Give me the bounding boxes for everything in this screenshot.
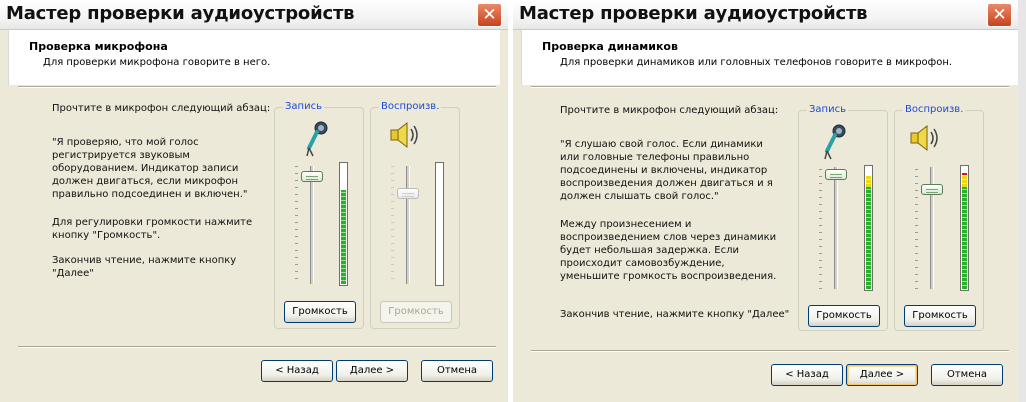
delay-note: происходит самовозбуждение, [560, 258, 725, 269]
meter-fill-yellow [866, 176, 871, 187]
footer-separator [18, 346, 496, 348]
finish-hint: Закончив чтение, нажмите кнопку "Далее" [560, 309, 790, 320]
volume-hint: кнопку "Громкость". [52, 230, 161, 241]
playback-group: Воспроизв. Громкость [894, 104, 984, 331]
delay-note: воспроизведением слов через динамики [560, 232, 777, 243]
passage-line: регистрируется звуковым [52, 150, 190, 161]
speaker-icon [910, 124, 938, 152]
mic-test-dialog: Мастер проверки аудиоустройств ✕ Проверк… [0, 0, 508, 402]
playback-level-meter [435, 162, 444, 286]
playback-volume-slider[interactable] [397, 188, 419, 199]
meter-fill-green [962, 187, 967, 289]
playback-group-label: Воспроизв. [903, 104, 966, 115]
delay-note: Между произнесением и [560, 219, 692, 230]
record-slider-track [310, 166, 314, 284]
cancel-button[interactable]: Отмена [931, 364, 1003, 386]
page-title: Проверка динамиков [542, 40, 678, 53]
record-volume-slider[interactable] [301, 171, 323, 182]
meter-fill-green [341, 190, 346, 284]
microphone-icon [824, 124, 846, 160]
record-level-meter [864, 165, 873, 291]
meter-fill-yellow [962, 175, 967, 187]
playback-volume-button[interactable]: Громкость [380, 301, 452, 323]
record-group-label: Запись [283, 101, 324, 112]
close-icon[interactable]: ✕ [477, 3, 502, 27]
finish-hint: Закончив чтение, нажмите кнопку [52, 255, 237, 266]
playback-volume-slider[interactable] [921, 184, 943, 195]
passage-line: воспроизведения должен двигаться и я [560, 178, 773, 189]
delay-note: уменьшите громкость воспроизведения. [560, 271, 777, 282]
meter-fill-red [962, 173, 967, 175]
record-slider-ticks [295, 166, 298, 284]
next-button[interactable]: Далее > [846, 364, 918, 386]
close-icon[interactable]: ✕ [987, 3, 1012, 27]
back-button[interactable]: < Назад [771, 364, 843, 386]
passage-line: "Я слушаю свой голос. Если динамики [560, 139, 763, 150]
record-group: Запись Громкость [274, 101, 364, 329]
record-volume-button[interactable]: Громкость [284, 301, 356, 323]
title-bar[interactable]: Мастер проверки аудиоустройств ✕ [0, 0, 508, 30]
page-subtitle: Для проверки микрофона говорите в него. [43, 57, 271, 68]
playback-level-meter [960, 165, 969, 291]
speaker-icon [390, 121, 418, 149]
meter-fill-green [866, 187, 871, 289]
instruction-lead: Прочтите в микрофон следующий абзац: [52, 103, 271, 114]
window-title: Мастер проверки аудиоустройств [519, 3, 868, 24]
page-title: Проверка микрофона [29, 40, 168, 53]
record-volume-button[interactable]: Громкость [808, 305, 880, 327]
speaker-test-dialog: Мастер проверки аудиоустройств ✕ Проверк… [513, 0, 1018, 402]
passage-line: оборудованием. Индикатор записи [52, 163, 239, 174]
next-button[interactable]: Далее > [336, 360, 408, 382]
header-panel: Проверка динамиков Для проверки динамико… [521, 30, 1018, 85]
record-slider-track [834, 167, 838, 289]
playback-slider-ticks [391, 166, 394, 284]
record-group-label: Запись [807, 104, 848, 115]
instruction-lead: Прочтите в микрофон следующий абзац: [560, 105, 779, 116]
volume-hint: Для регулировки громкости нажмите [52, 217, 253, 228]
record-group: Запись Громкость [798, 104, 888, 331]
record-level-meter [339, 162, 348, 286]
footer-separator [531, 350, 1009, 352]
page-subtitle: Для проверки динамиков или головных теле… [560, 57, 953, 68]
header-panel: Проверка микрофона Для проверки микрофон… [8, 30, 500, 85]
microphone-icon [306, 121, 328, 157]
record-slider-ticks [819, 169, 822, 289]
passage-line: "Я проверяю, что мой голос [52, 137, 199, 148]
delay-note: будет небольшая задержка. Если [560, 245, 739, 256]
header-separator [18, 86, 496, 88]
finish-hint: "Далее" [52, 268, 94, 279]
cancel-button[interactable]: Отмена [421, 360, 493, 382]
title-bar[interactable]: Мастер проверки аудиоустройств ✕ [513, 0, 1018, 30]
passage-line: или головные телефоны правильно [560, 152, 750, 163]
playback-volume-button[interactable]: Громкость [904, 305, 976, 327]
header-separator [531, 86, 1009, 88]
passage-line: должен слышать свой голос." [560, 191, 719, 202]
playback-slider-ticks [915, 169, 918, 289]
passage-line: подсоединены и включены, индикатор [560, 165, 768, 176]
playback-group: Воспроизв. Громкость [370, 101, 460, 329]
background-window-edge [1018, 0, 1026, 402]
passage-line: должен двигаться, если микрофон [52, 176, 239, 187]
passage-line: правильно подсоединен и включен." [52, 189, 248, 200]
playback-slider-track [406, 166, 410, 284]
record-volume-slider[interactable] [825, 169, 847, 180]
back-button[interactable]: < Назад [261, 360, 333, 382]
playback-group-label: Воспроизв. [379, 101, 442, 112]
window-title: Мастер проверки аудиоустройств [6, 3, 355, 24]
